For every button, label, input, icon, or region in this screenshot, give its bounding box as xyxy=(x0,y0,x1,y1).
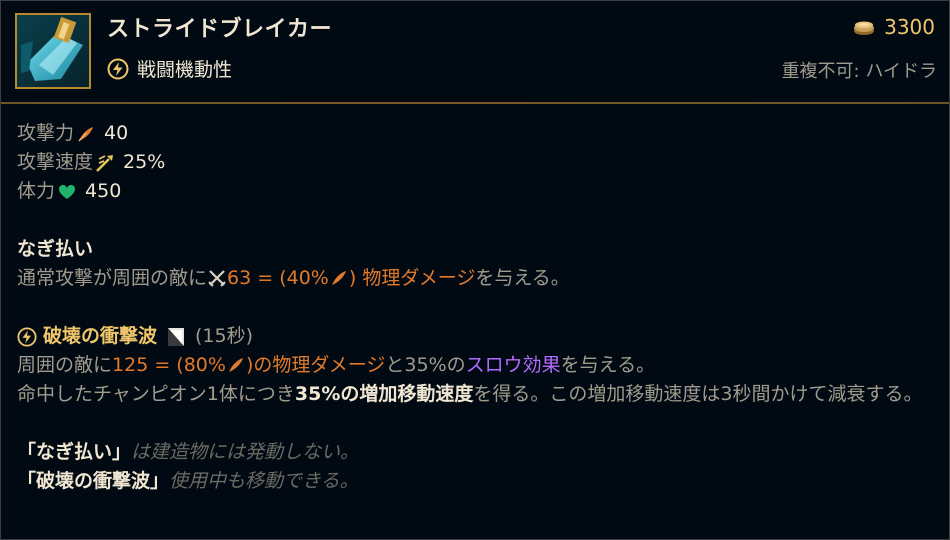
note-line: 「破壊の衝撃波」使用中も移動できる。 xyxy=(17,470,359,492)
passive-damage: 63 = (40% xyxy=(227,267,329,289)
attack-speed-icon xyxy=(96,154,114,172)
header-divider xyxy=(1,102,949,104)
passive-description: 通常攻撃が周囲の敵に 63 = (40% ) 物理ダメージを与える。 xyxy=(17,267,570,289)
slow-effect: スロウ効果 xyxy=(465,354,561,376)
active-damage-type: の物理ダメージ xyxy=(253,354,386,376)
item-tooltip: ストライドブレイカー 戦闘機動性 3300 重複不可: ハイドラ 攻撃力 40 … xyxy=(0,0,950,540)
stat-value: 40 xyxy=(104,122,129,144)
cost-value: 3300 xyxy=(884,15,935,39)
stat-label: 攻撃力 xyxy=(17,122,75,144)
stridebreaker-icon[interactable] xyxy=(15,13,91,89)
attack-damage-icon xyxy=(331,271,346,285)
stat-label: 体力 xyxy=(17,180,56,202)
active-cooldown: (15秒) xyxy=(195,325,254,347)
unique-label: 重複不可: ハイドラ xyxy=(781,61,937,82)
tooltip-header: ストライドブレイカー 戦闘機動性 3300 重複不可: ハイドラ xyxy=(1,1,949,103)
health-icon xyxy=(59,184,76,199)
stat-value: 450 xyxy=(85,180,122,202)
crossed-swords-icon xyxy=(208,270,226,287)
stat-health: 体力 450 xyxy=(17,177,937,206)
active-description-line2: 命中したチャンピオン1体につき35%の増加移動速度を得る。この増加移動速度は3秒… xyxy=(17,383,923,405)
tooltip-body: 攻撃力 40 攻撃速度 25% 体力 450 なぎ払い 通常攻撃が周囲の敵に 6… xyxy=(17,119,937,496)
lightning-icon xyxy=(107,58,129,79)
passive-name: なぎ払い xyxy=(17,238,94,260)
stat-value: 25% xyxy=(123,151,166,173)
passive-damage-type: 物理ダメージ xyxy=(362,267,476,289)
active-header: 破壊の衝撃波 (15秒) xyxy=(17,322,937,351)
active-description-line1: 周囲の敵に125 = (80% )の物理ダメージと35%のスロウ効果を与える。 xyxy=(17,354,656,376)
stat-attack-speed: 攻撃速度 25% xyxy=(17,148,937,177)
bonus-move-speed: 35%の増加移動速度 xyxy=(294,383,474,405)
lightning-icon xyxy=(17,326,37,347)
item-cost: 3300 xyxy=(852,15,935,39)
stat-label: 攻撃速度 xyxy=(17,151,94,173)
item-tag: 戦闘機動性 xyxy=(107,55,232,82)
note-line: 「なぎ払い」は建造物には発動しない。 xyxy=(17,441,360,463)
active-name: 破壊の衝撃波 xyxy=(43,325,158,347)
gold-coins-icon xyxy=(854,21,875,35)
item-name: ストライドブレイカー xyxy=(107,17,333,42)
attack-damage-icon xyxy=(228,358,243,372)
stat-attack-damage: 攻撃力 40 xyxy=(17,119,937,148)
tag-label: 戦闘機動性 xyxy=(137,59,233,81)
cooldown-icon xyxy=(168,327,185,346)
active-damage: 125 = (80% xyxy=(112,354,226,376)
attack-damage-icon xyxy=(78,126,94,141)
